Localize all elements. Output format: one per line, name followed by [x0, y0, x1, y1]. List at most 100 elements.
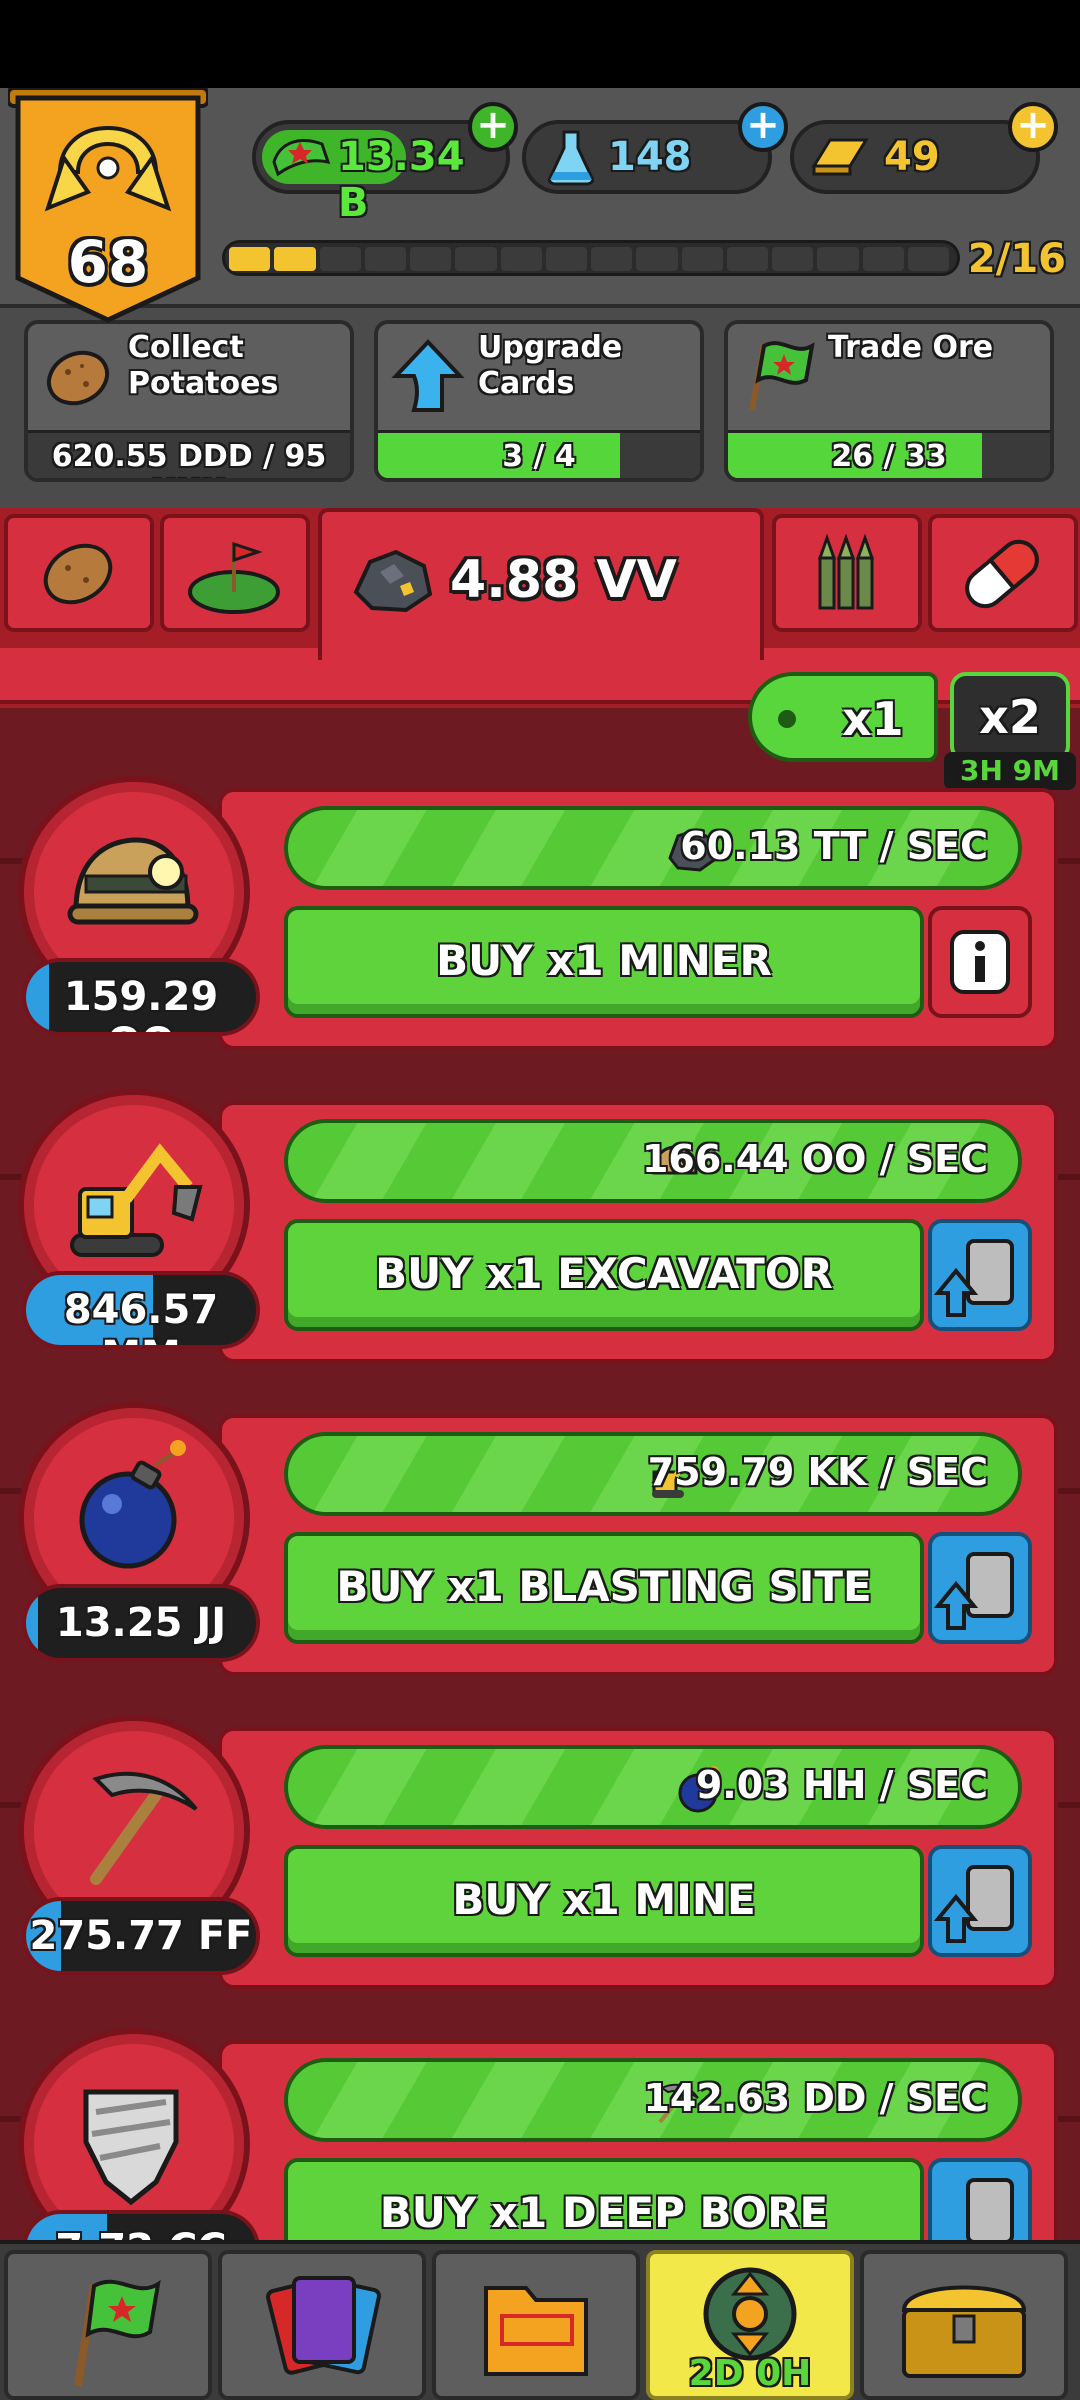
generator-cost: 159.29 QQ [22, 958, 260, 1036]
flag-icon [74, 2279, 161, 2387]
xp-count: 2/16 [967, 236, 1066, 282]
potato-icon [43, 543, 113, 605]
task-progress-text: 620.55 DDD / 95 HHH [51, 439, 327, 478]
xp-segment [817, 247, 859, 271]
task-collect-potatoes[interactable]: Collect Potatoes 620.55 DDD / 95 HHH [24, 320, 354, 482]
buy-button-label: BUY x1 BLASTING SITE [336, 1562, 872, 1611]
buy-multiplier-button[interactable]: x1 [748, 672, 938, 762]
nav-prestige[interactable]: 2D 0H [646, 2250, 854, 2400]
info-button[interactable] [928, 906, 1032, 1018]
generator-row-blasting-site: 13.25 JJ 759.79 KK / SEC BUY x1 BLASTING… [0, 1396, 1080, 1696]
generator-cost-text: 13.25 JJ [55, 1600, 227, 1646]
generator-cost-text: 275.77 FF [29, 1913, 253, 1959]
xp-segment [455, 247, 497, 271]
upgrade-card-button[interactable] [928, 1845, 1032, 1957]
gold-bar-icon [811, 138, 869, 176]
task-trade-ore[interactable]: Trade Ore 26 / 33 [724, 320, 1054, 482]
info-icon [950, 930, 1010, 994]
generator-cost: 846.57 MM [22, 1271, 260, 1349]
generator-rate-bar: 9.03 HH / SEC [284, 1745, 1022, 1829]
multiplier-label: x1 [842, 692, 904, 746]
buy-excavator-button[interactable]: BUY x1 EXCAVATOR [284, 1219, 924, 1331]
xp-segment [726, 247, 768, 271]
nav-folder[interactable] [432, 2250, 640, 2400]
generator-cost-text: 846.57 MM [63, 1287, 219, 1345]
add-cash-button[interactable]: + [468, 102, 518, 152]
xp-segment [274, 247, 316, 271]
upgrade-card-button[interactable] [928, 1532, 1032, 1644]
upgrade-card-button[interactable] [928, 1219, 1032, 1331]
miner-helmet-icon [67, 837, 199, 925]
gold-value: 49 [884, 134, 940, 180]
x2-boost-label: x2 [979, 690, 1041, 744]
generator-cost-text: 159.29 QQ [63, 974, 219, 1032]
flask-icon [548, 130, 594, 186]
generator-rate-bar: 142.63 DD / SEC [284, 2058, 1022, 2142]
task-label: Upgrade Cards [478, 330, 622, 402]
up-arrow-icon [391, 339, 465, 412]
nav-cards[interactable] [218, 2250, 426, 2400]
nav-chest[interactable] [860, 2250, 1068, 2400]
generator-rate-text: 9.03 HH / SEC [695, 1763, 988, 1807]
xp-segment [364, 247, 406, 271]
task-progress-bar: 26 / 33 [728, 430, 1050, 478]
tab-ammo[interactable] [772, 514, 922, 632]
xp-segment [862, 247, 904, 271]
top-hud: 68 13.34 B + 148 + 49 + 2/16 Collect Pot… [0, 86, 1080, 508]
card-upgrade-icon [966, 2178, 1014, 2240]
generator-rate-bar: 759.79 KK / SEC [284, 1432, 1022, 1516]
buy-button-label: BUY x1 MINE [452, 1875, 756, 1924]
generator-row-deep-bore: 7.72 CC 142.63 DD / SEC BUY x1 DEEP BORE [0, 2022, 1080, 2240]
tab-land[interactable] [160, 514, 310, 632]
add-gold-button[interactable]: + [1008, 102, 1058, 152]
xp-segment [772, 247, 814, 271]
generator-row-mine: 275.77 FF 9.03 HH / SEC BUY x1 MINE [0, 1709, 1080, 2009]
science-counter[interactable]: 148 [522, 120, 772, 194]
bottom-navigation: 2D 0H [0, 2240, 1080, 2400]
task-label-line2: Potatoes [128, 366, 279, 401]
gold-counter[interactable]: 49 [790, 120, 1040, 194]
upgrade-card-button[interactable] [928, 2158, 1032, 2240]
pill-icon [965, 539, 1039, 609]
xp-segment [229, 247, 271, 271]
generator-rate-text: 759.79 KK / SEC [647, 1450, 988, 1494]
flag-icon [749, 341, 815, 411]
level-number: 68 [67, 228, 149, 296]
task-label: Trade Ore [828, 330, 993, 366]
add-science-button[interactable]: + [738, 102, 788, 152]
xp-segment [591, 247, 633, 271]
excavator-icon [70, 1143, 203, 1257]
buy-button-label: BUY x1 DEEP BORE [379, 2188, 829, 2237]
task-progress-text: 26 / 33 [831, 439, 947, 474]
generator-rate-text: 60.13 TT / SEC [680, 824, 988, 868]
tab-pill[interactable] [928, 514, 1078, 632]
buy-blasting-site-button[interactable]: BUY x1 BLASTING SITE [284, 1532, 924, 1644]
generator-cost: 275.77 FF [22, 1897, 260, 1975]
task-label-line2: Cards [478, 366, 575, 401]
buy-mine-button[interactable]: BUY x1 MINE [284, 1845, 924, 1957]
tab-ore[interactable]: 4.88 VV [318, 508, 764, 660]
generator-cost-text: 7.72 CC [26, 2226, 256, 2240]
x2-boost-button[interactable]: x2 [950, 672, 1070, 762]
task-upgrade-cards[interactable]: Upgrade Cards 3 / 4 [374, 320, 704, 482]
land-flag-icon [188, 541, 280, 614]
level-badge[interactable]: 68 [6, 86, 210, 328]
generator-cost: 13.25 JJ [22, 1584, 260, 1662]
cards-icon [266, 2276, 381, 2375]
xp-segment [545, 247, 587, 271]
buy-miner-button[interactable]: BUY x1 MINER [284, 906, 924, 1018]
science-value: 148 [608, 134, 692, 180]
tab-potato[interactable] [4, 514, 154, 632]
nav-flag[interactable] [4, 2250, 212, 2400]
task-progress-bar: 620.55 DDD / 95 HHH [28, 430, 350, 478]
pickaxe-icon [90, 1771, 198, 1885]
generator-rate-text: 166.44 OO / SEC [641, 1137, 988, 1181]
xp-segment [319, 247, 361, 271]
treasure-chest-icon [901, 2285, 1027, 2378]
task-label-line1: Upgrade [478, 330, 623, 365]
folder-icon [484, 2286, 588, 2376]
buy-button-label: BUY x1 EXCAVATOR [375, 1249, 833, 1298]
buy-deep-bore-button[interactable]: BUY x1 DEEP BORE [284, 2158, 924, 2240]
prestige-icon [703, 2267, 797, 2361]
cash-icon [272, 139, 331, 177]
